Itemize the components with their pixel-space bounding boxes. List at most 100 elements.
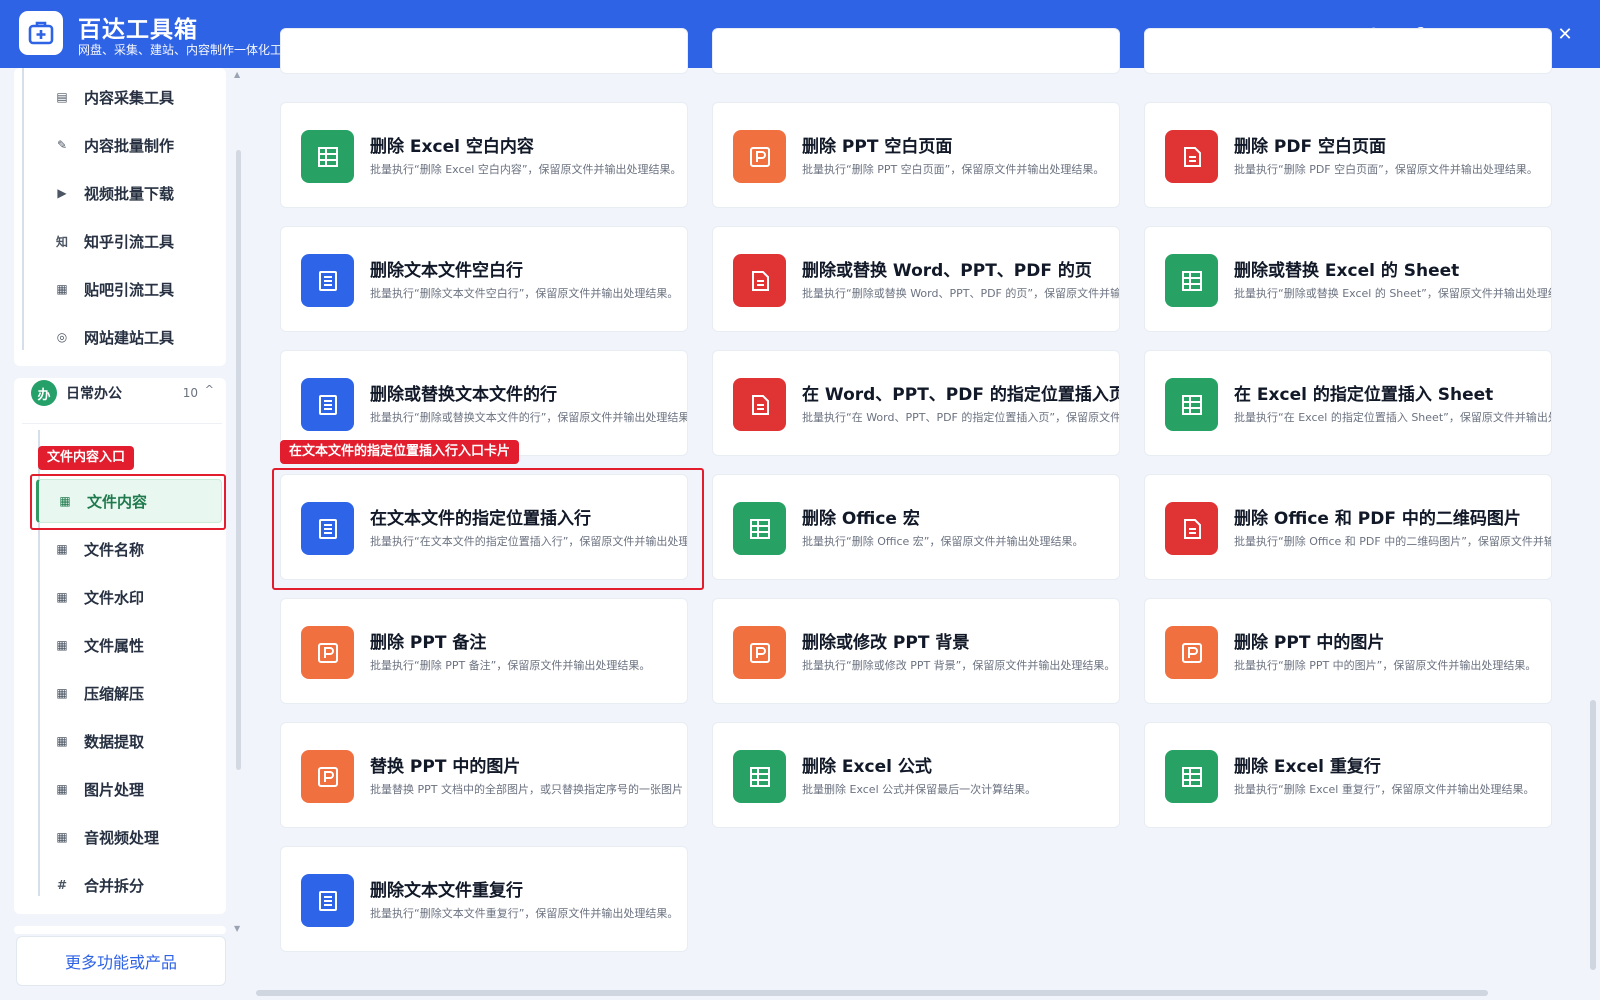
grid-icon: ▦ [56,542,68,556]
sidebar-item-label: 音视频处理 [84,828,160,847]
grid-icon: ▦ [56,734,68,748]
sidebar-item-label: 文件属性 [84,636,145,655]
collapse-caret-icon[interactable]: ^ [205,383,214,396]
office-group-count: 10 [182,386,198,400]
card-description: 批量执行“删除 PPT 空白页面”，保留原文件并输出处理结果。 [802,163,1105,176]
tool-card[interactable]: 在 Word、PPT、PDF 的指定位置插入页 批量执行“在 Word、PPT、P… [712,350,1120,456]
tool-card[interactable]: 删除文本文件空白行 批量执行“删除文本文件空白行”，保留原文件并输出处理结果。 [280,226,688,332]
card-description: 批量执行“删除文本文件重复行”，保留原文件并输出处理结果。 [370,907,679,920]
sidebar-tree-line [22,68,24,350]
sidebar-item-label: 文件水印 [84,588,145,607]
sidebar-item[interactable]: ▤ 内容采集工具 [36,75,222,119]
sidebar-item[interactable]: ▦ 文件属性 [36,623,222,667]
card-description: 批量执行“删除 Excel 空白内容”，保留原文件并输出处理结果。 [370,163,682,176]
card-title: 删除 PPT 备注 [370,633,487,653]
office-group-header[interactable]: 办 日常办公 10 ^ [22,373,222,413]
sidebar-item[interactable]: ▦ 贴吧引流工具 [36,267,222,311]
grid-icon: ▦ [56,590,68,604]
main-horizontal-scrollbar[interactable] [256,990,1488,996]
tieba-icon: ▦ [56,282,68,296]
sidebar-item[interactable]: ◎ 网站建站工具 [36,315,222,359]
excel-sheet-icon [1165,254,1218,307]
card-description: 批量删除 Excel 公式并保留最后一次计算结果。 [802,783,1037,796]
sidebar-item[interactable]: ▶ 视频批量下载 [36,171,222,215]
card-description: 批量执行“删除或替换 Word、PPT、PDF 的页”，保留原文件并输 [802,287,1120,300]
card-title: 删除 PPT 空白页面 [802,137,953,157]
text-file-icon [301,254,354,307]
grid-icon: ▦ [56,830,68,844]
card-title: 删除 Excel 公式 [802,757,932,777]
sidebar-item[interactable]: # 合并拆分 [36,863,222,907]
card-title: 删除 Office 和 PDF 中的二维码图片 [1234,509,1521,529]
card-description: 批量执行“删除 PPT 备注”，保留原文件并输出处理结果。 [370,659,651,672]
tool-card[interactable]: 删除或修改 PPT 背景 批量执行“删除或修改 PPT 背景”，保留原文件并输出处… [712,598,1120,704]
sidebar-scrollbar[interactable] [236,150,241,770]
pdf-file-icon [1165,130,1218,183]
tool-card[interactable]: 删除 PDF 空白页面 批量执行“删除 PDF 空白页面”，保留原文件并输出处理结… [1144,102,1552,208]
excel-sheet-icon [301,130,354,183]
tool-card[interactable]: 删除或替换 Excel 的 Sheet 批量执行“删除或替换 Excel 的 Sh… [1144,226,1552,332]
sidebar-item-label: 图片处理 [84,780,145,799]
excel-sheet-icon [733,750,786,803]
tool-card[interactable]: 在 Excel 的指定位置插入 Sheet 批量执行“在 Excel 的指定位置插… [1144,350,1552,456]
tool-card[interactable]: 删除 PPT 备注批量执行“删除 PPT 备注”，保留原文件并输出处理结果。 [280,598,688,704]
globe-icon: ◎ [56,330,68,344]
tool-card[interactable]: 删除 Excel 空白内容 批量执行“删除 Excel 空白内容”，保留原文件并输… [280,102,688,208]
sidebar-item[interactable]: ✎ 内容批量制作 [36,123,222,167]
grid-icon: ▦ [56,782,68,796]
sidebar-item[interactable]: ▦ 压缩解压 [36,671,222,715]
tool-card[interactable]: 删除 PPT 中的图片 批量执行“删除 PPT 中的图片”，保留原文件并输出处理结… [1144,598,1552,704]
ppt-icon [301,750,354,803]
tool-card[interactable]: 删除 Excel 重复行 批量执行“删除 Excel 重复行”，保留原文件并输出处… [1144,722,1552,828]
tool-card[interactable]: 删除或替换 Word、PPT、PDF 的页 批量执行“删除或替换 Word、PPT… [712,226,1120,332]
sidebar-item-label: 知乎引流工具 [84,232,175,251]
sidebar-item[interactable]: ▦ 音视频处理 [36,815,222,859]
sidebar-item-label: 内容批量制作 [84,136,175,155]
pdf-file-icon [733,254,786,307]
office-badge-icon: 办 [31,380,57,406]
sidebar-item-label: 数据提取 [84,732,145,751]
excel-sheet-icon [733,502,786,555]
card-description: 批量执行“删除或替换 Excel 的 Sheet”，保留原文件并输出处理结果 [1234,287,1552,300]
sidebar-item-label: 文件名称 [84,540,145,559]
more-features-button[interactable]: 更多功能或产品 [16,936,226,986]
close-icon[interactable]: ✕ [1550,20,1580,50]
sidebar-next-panel [14,926,226,934]
excel-sheet-icon [1165,750,1218,803]
sidebar-item[interactable]: 知 知乎引流工具 [36,219,222,263]
card-description: 批量执行“删除或替换文本文件的行”，保留原文件并输出处理结果 [370,411,688,424]
tool-card[interactable]: 删除文本文件重复行批量执行“删除文本文件重复行”，保留原文件并输出处理结果。 [280,846,688,952]
hash-icon: # [56,878,68,892]
card-title: 删除文本文件重复行 [370,881,523,901]
card-title: 删除或替换文本文件的行 [370,385,557,405]
card-title: 删除文本文件空白行 [370,261,523,281]
main-vertical-scrollbar[interactable] [1590,700,1596,970]
sidebar-item[interactable]: ▦ 文件名称 [36,527,222,571]
tool-card[interactable]: 删除 Excel 公式批量删除 Excel 公式并保留最后一次计算结果。 [712,722,1120,828]
card-description: 批量执行“删除 Office 宏”，保留原文件并输出处理结果。 [802,535,1084,548]
grid-icon: ▦ [56,638,68,652]
card-title: 替换 PPT 中的图片 [370,757,521,777]
scroll-up-arrow-icon[interactable]: ▲ [234,70,240,79]
sidebar-item[interactable]: ▦ 数据提取 [36,719,222,763]
tool-card[interactable]: 删除 Office 宏批量执行“删除 Office 宏”，保留原文件并输出处理结… [712,474,1120,580]
scroll-down-arrow-icon[interactable]: ▼ [234,924,240,933]
card-description: 批量执行“在 Excel 的指定位置插入 Sheet”，保留原文件并输出处理 [1234,411,1552,424]
sidebar-item-label: 视频批量下载 [84,184,175,203]
annotation-label-card: 在文本文件的指定位置插入行入口卡片 [280,440,520,464]
sidebar-item[interactable]: ▦ 图片处理 [36,767,222,811]
pen-icon: ✎ [56,138,68,152]
card-title: 删除或替换 Excel 的 Sheet [1234,261,1460,281]
annotation-label-sidebar: 文件内容入口 [38,446,135,470]
excel-sheet-icon [1165,378,1218,431]
sidebar-item[interactable]: ▦ 文件水印 [36,575,222,619]
card-title: 删除 Office 宏 [802,509,920,529]
tool-card[interactable]: 替换 PPT 中的图片 批量替换 PPT 文档中的全部图片，或只替换指定序号的一张… [280,722,688,828]
toolbox-logo-icon [19,11,63,55]
card-title: 在 Excel 的指定位置插入 Sheet [1234,385,1494,405]
group-divider [22,423,222,424]
tool-card[interactable]: 删除 PPT 空白页面批量执行“删除 PPT 空白页面”，保留原文件并输出处理结… [712,102,1120,208]
sidebar-item-label: 网站建站工具 [84,328,175,347]
tool-card[interactable]: 删除 Office 和 PDF 中的二维码图片 批量执行“删除 Office 和 … [1144,474,1552,580]
office-group-name: 日常办公 [66,386,122,402]
